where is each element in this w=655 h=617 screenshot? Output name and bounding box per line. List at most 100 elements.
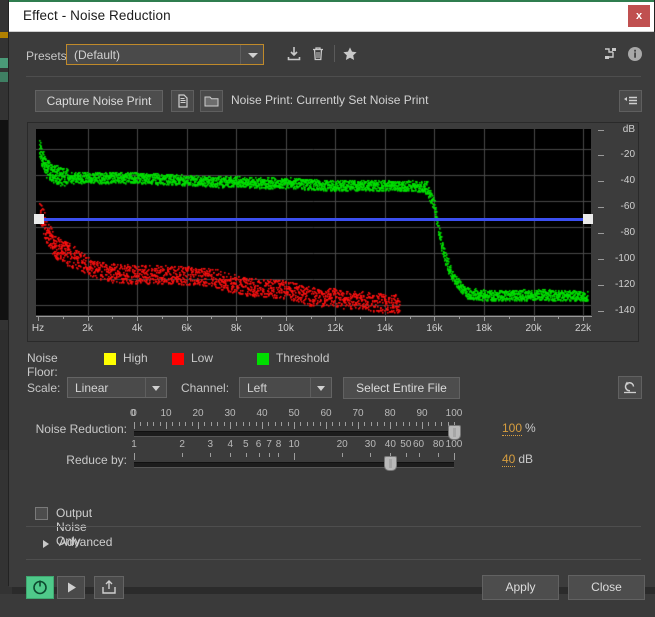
sliders-area: Noise Reduction: 0 0 10 20 30 40 50 60 70 80 90 10… — [9, 408, 655, 480]
play-icon[interactable] — [57, 576, 85, 599]
scale-label: Scale: — [27, 381, 61, 395]
x-tick-label: Hz — [31, 323, 45, 334]
slider-tick — [274, 422, 276, 426]
panel-menu-icon[interactable] — [619, 90, 642, 112]
reduce-by-track[interactable] — [134, 462, 454, 468]
slider-tick — [242, 422, 244, 426]
slider-tick — [438, 453, 440, 457]
save-preset-icon[interactable] — [285, 45, 303, 63]
slider-tick-label: 100 — [445, 439, 463, 450]
slider-tick — [326, 422, 327, 429]
dialog-footer: Apply Close — [9, 559, 655, 617]
slider-tick — [140, 422, 142, 426]
export-icon[interactable] — [94, 576, 124, 599]
slider-tick — [249, 422, 251, 426]
legend-label: Low — [191, 351, 214, 365]
title-accent-bar — [9, 0, 654, 2]
slider-tick — [364, 422, 366, 426]
threshold-handle-right[interactable] — [583, 213, 593, 224]
slider-tick-label: 3 — [207, 439, 214, 450]
reduce-by-readout[interactable]: 40 dB — [502, 452, 533, 467]
slider-tick — [258, 453, 260, 457]
y-tick-mark — [598, 155, 604, 156]
presets-row: Presets: (Default) — [9, 42, 655, 72]
noise-reduction-value: 100 — [502, 421, 523, 436]
slider-tick — [278, 453, 280, 457]
slider-tick — [245, 453, 247, 457]
reduce-by-label: Reduce by: — [66, 453, 127, 467]
y-tick-mark — [598, 233, 604, 235]
x-tick-label: 12k — [327, 323, 344, 334]
legend-swatch — [172, 353, 184, 365]
threshold-handle-left[interactable] — [34, 213, 44, 224]
presets-label: Presets: — [26, 49, 71, 63]
slider-tick — [198, 422, 199, 429]
folder-icon[interactable] — [200, 90, 223, 112]
slider-tick-label: 0 — [131, 408, 137, 419]
slider-tick — [441, 422, 443, 426]
slider-tick — [236, 422, 238, 426]
slider-tick — [428, 422, 430, 426]
scale-dropdown[interactable]: Linear — [67, 377, 167, 398]
delete-preset-icon[interactable] — [309, 45, 327, 63]
slider-tick — [159, 422, 161, 426]
slider-tick — [185, 422, 187, 426]
x-tick-label: 8k — [230, 323, 242, 334]
threshold-line[interactable] — [36, 217, 591, 221]
slider-tick — [319, 422, 321, 426]
capture-noise-print-button[interactable]: Capture Noise Print — [35, 90, 163, 112]
legend-label: Threshold — [276, 351, 330, 365]
reduce-by-value: 40 — [502, 452, 516, 467]
slider-tick — [255, 422, 257, 426]
scale-channel-row: Scale: Linear Channel: Left Select Entir… — [9, 376, 655, 403]
slider-tick — [351, 422, 353, 426]
slider-tick — [153, 422, 155, 426]
channel-dropdown[interactable]: Left — [239, 377, 332, 398]
apply-button[interactable]: Apply — [482, 575, 559, 600]
slider-tick — [300, 422, 302, 426]
slider-tick — [172, 422, 174, 426]
close-button[interactable]: Close — [568, 575, 645, 600]
x-tick-label: 2k — [82, 323, 93, 334]
y-tick-label: -80 — [620, 227, 635, 239]
window-close-button[interactable]: x — [628, 5, 650, 27]
y-tick-label: -40 — [620, 175, 635, 187]
y-tick-mark — [598, 207, 604, 209]
slider-tick-label: 1 — [131, 439, 137, 450]
noise-reduction-track[interactable] — [134, 431, 454, 437]
favorite-preset-icon[interactable] — [341, 45, 359, 63]
x-tick-label: 22k — [575, 323, 592, 334]
x-tick-mark-minor — [211, 316, 213, 319]
noise-reduction-readout[interactable]: 100% — [502, 421, 536, 436]
title-bar: Effect - Noise Reduction x — [9, 0, 654, 32]
slider-tick-label: 70 — [352, 408, 364, 419]
slider-tick-label: 4 — [227, 439, 234, 450]
slider-tick-label: 60 — [320, 408, 332, 419]
select-entire-file-button[interactable]: Select Entire File — [343, 377, 460, 399]
x-tick-mark-minor — [161, 316, 163, 319]
slider-tick — [396, 422, 398, 426]
channel-value: Left — [247, 381, 268, 395]
reset-icon[interactable] — [618, 376, 642, 399]
noise-print-status: Noise Print: Currently Set Noise Print — [231, 93, 429, 107]
slider-tick — [383, 422, 385, 426]
noise-reduction-handle[interactable] — [448, 425, 461, 440]
slider-tick — [210, 453, 212, 457]
routing-icon[interactable] — [602, 45, 620, 63]
file-icon[interactable] — [171, 90, 194, 112]
window-title: Effect - Noise Reduction — [23, 8, 171, 23]
output-noise-only-checkbox[interactable] — [35, 507, 48, 520]
noise-reduction-dialog: Effect - Noise Reduction x Presets: (Def… — [8, 0, 655, 600]
x-tick-mark — [38, 316, 39, 321]
noise-reduction-unit: % — [525, 421, 536, 435]
legend-swatch — [257, 353, 269, 365]
power-toggle-icon[interactable] — [26, 576, 54, 599]
reduce-by-handle[interactable] — [384, 456, 398, 471]
info-icon[interactable] — [626, 45, 644, 63]
presets-dropdown[interactable]: (Default) — [66, 44, 264, 65]
spectrum-graph[interactable]: -20 -40 -60 -80 -100 -120 -140 dB Hz 2k 4k 6k 8k 10k… — [27, 122, 639, 342]
spectrum-plot-area[interactable] — [36, 129, 591, 315]
chevron-down-icon — [310, 378, 331, 397]
slider-tick — [230, 422, 231, 429]
slider-tick-label: 10 — [288, 439, 300, 450]
